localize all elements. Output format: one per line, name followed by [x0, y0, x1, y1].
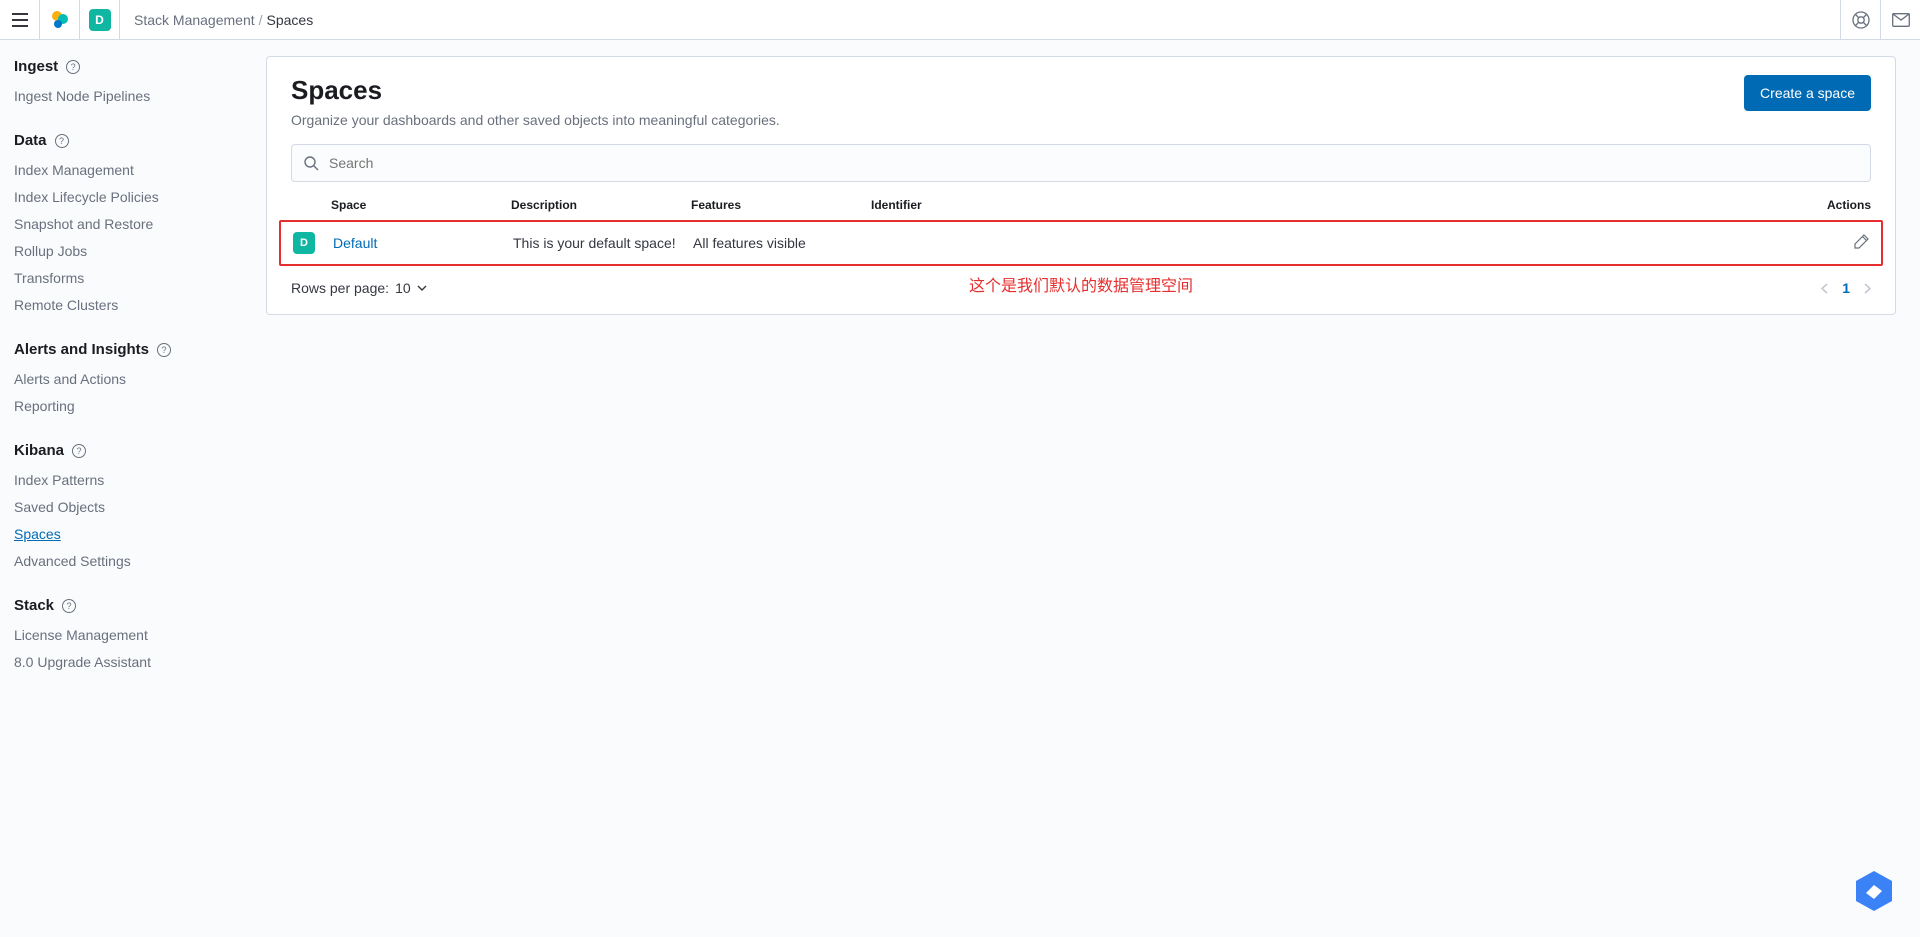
menu-toggle-button[interactable]: [0, 0, 40, 40]
col-head-identifier[interactable]: Identifier: [871, 198, 1791, 212]
mail-button[interactable]: [1880, 0, 1920, 40]
table-row: D Default This is your default space! Al…: [279, 220, 1883, 266]
nav-item-transforms[interactable]: Transforms: [14, 265, 250, 292]
page-title: Spaces: [291, 75, 780, 106]
nav-section-kibana: Kibana ?: [14, 442, 250, 459]
col-head-actions: Actions: [1791, 198, 1871, 212]
next-page-button[interactable]: [1864, 283, 1871, 294]
panel-header: Spaces Organize your dashboards and othe…: [267, 57, 1895, 128]
info-icon[interactable]: ?: [55, 134, 69, 148]
breadcrumb-separator: /: [259, 12, 263, 28]
page-description: Organize your dashboards and other saved…: [291, 112, 780, 128]
elastic-logo-icon: [50, 10, 70, 30]
chevron-left-icon: [1821, 283, 1828, 294]
search-box[interactable]: [291, 144, 1871, 182]
title-block: Spaces Organize your dashboards and othe…: [291, 75, 780, 128]
spaces-table: Space Description Features Identifier Ac…: [267, 182, 1895, 266]
info-icon[interactable]: ?: [62, 599, 76, 613]
chevron-down-icon: [417, 285, 427, 291]
nav-section-data: Data ?: [14, 132, 250, 149]
info-icon[interactable]: ?: [66, 60, 80, 74]
col-head-avatar: [291, 198, 331, 212]
nav-item-index-patterns[interactable]: Index Patterns: [14, 467, 250, 494]
space-badge: D: [89, 9, 111, 31]
sidebar: Ingest ? Ingest Node Pipelines Data ? In…: [0, 40, 266, 700]
nav-item-spaces[interactable]: Spaces: [14, 521, 250, 548]
prev-page-button[interactable]: [1821, 283, 1828, 294]
breadcrumb: Stack Management / Spaces: [120, 12, 313, 28]
info-icon[interactable]: ?: [157, 343, 171, 357]
help-button[interactable]: [1840, 0, 1880, 40]
rows-per-page-value: 10: [395, 280, 411, 296]
header-right: [1840, 0, 1920, 39]
edit-space-button[interactable]: [1789, 234, 1869, 252]
nav-section-stack: Stack ?: [14, 597, 250, 614]
nav-item-saved-objects[interactable]: Saved Objects: [14, 494, 250, 521]
nav-section-label: Data: [14, 132, 47, 149]
nav-section-alerts: Alerts and Insights ?: [14, 341, 250, 358]
lifebuoy-icon: [1852, 11, 1870, 29]
bird-widget-icon: [1852, 869, 1896, 913]
layout: Ingest ? Ingest Node Pipelines Data ? In…: [0, 40, 1920, 700]
page-number[interactable]: 1: [1842, 280, 1850, 296]
nav-item-alerts-and-actions[interactable]: Alerts and Actions: [14, 366, 250, 393]
nav-item-index-management[interactable]: Index Management: [14, 157, 250, 184]
nav-section-label: Kibana: [14, 442, 64, 459]
nav-item-index-lifecycle-policies[interactable]: Index Lifecycle Policies: [14, 184, 250, 211]
nav-item-advanced-settings[interactable]: Advanced Settings: [14, 548, 250, 575]
table-header: Space Description Features Identifier Ac…: [279, 198, 1883, 220]
col-head-space[interactable]: Space: [331, 198, 511, 212]
main-content: Spaces Organize your dashboards and othe…: [266, 40, 1920, 700]
col-head-features[interactable]: Features: [691, 198, 871, 212]
rows-per-page-label: Rows per page:: [291, 280, 389, 296]
breadcrumb-current: Spaces: [267, 12, 314, 28]
col-head-description[interactable]: Description: [511, 198, 691, 212]
create-space-button[interactable]: Create a space: [1744, 75, 1871, 111]
info-icon[interactable]: ?: [72, 444, 86, 458]
annotation-text: 这个是我们默认的数据管理空间: [969, 272, 1193, 296]
breadcrumb-parent[interactable]: Stack Management: [134, 12, 255, 28]
spaces-panel: Spaces Organize your dashboards and othe…: [266, 56, 1896, 315]
nav-section-label: Ingest: [14, 58, 58, 75]
nav-item-upgrade-assistant[interactable]: 8.0 Upgrade Assistant: [14, 649, 250, 676]
elastic-logo[interactable]: [40, 0, 80, 40]
nav-item-license-management[interactable]: License Management: [14, 622, 250, 649]
floating-help-widget[interactable]: [1852, 869, 1896, 913]
space-avatar: D: [293, 232, 315, 254]
search-icon: [304, 156, 319, 171]
top-header: D Stack Management / Spaces: [0, 0, 1920, 40]
rows-per-page-selector[interactable]: Rows per page: 10: [291, 280, 427, 296]
nav-item-remote-clusters[interactable]: Remote Clusters: [14, 292, 250, 319]
nav-item-snapshot-and-restore[interactable]: Snapshot and Restore: [14, 211, 250, 238]
mail-icon: [1892, 13, 1910, 27]
cell-description: This is your default space!: [513, 235, 693, 251]
cell-space: Default: [333, 235, 513, 251]
search-input[interactable]: [329, 155, 1858, 171]
hamburger-icon: [12, 13, 28, 27]
nav-section-label: Stack: [14, 597, 54, 614]
header-left: D Stack Management / Spaces: [0, 0, 313, 39]
nav-item-reporting[interactable]: Reporting: [14, 393, 250, 420]
search-wrap: [267, 128, 1895, 182]
space-name-link[interactable]: Default: [333, 235, 377, 251]
nav-section-label: Alerts and Insights: [14, 341, 149, 358]
nav-item-rollup-jobs[interactable]: Rollup Jobs: [14, 238, 250, 265]
pencil-icon: [1854, 234, 1869, 249]
nav-section-ingest: Ingest ?: [14, 58, 250, 75]
cell-avatar: D: [293, 232, 333, 254]
nav-item-ingest-node-pipelines[interactable]: Ingest Node Pipelines: [14, 83, 250, 110]
cell-features: All features visible: [693, 235, 873, 251]
chevron-right-icon: [1864, 283, 1871, 294]
pagination: 1: [1821, 280, 1871, 296]
space-selector[interactable]: D: [80, 0, 120, 40]
